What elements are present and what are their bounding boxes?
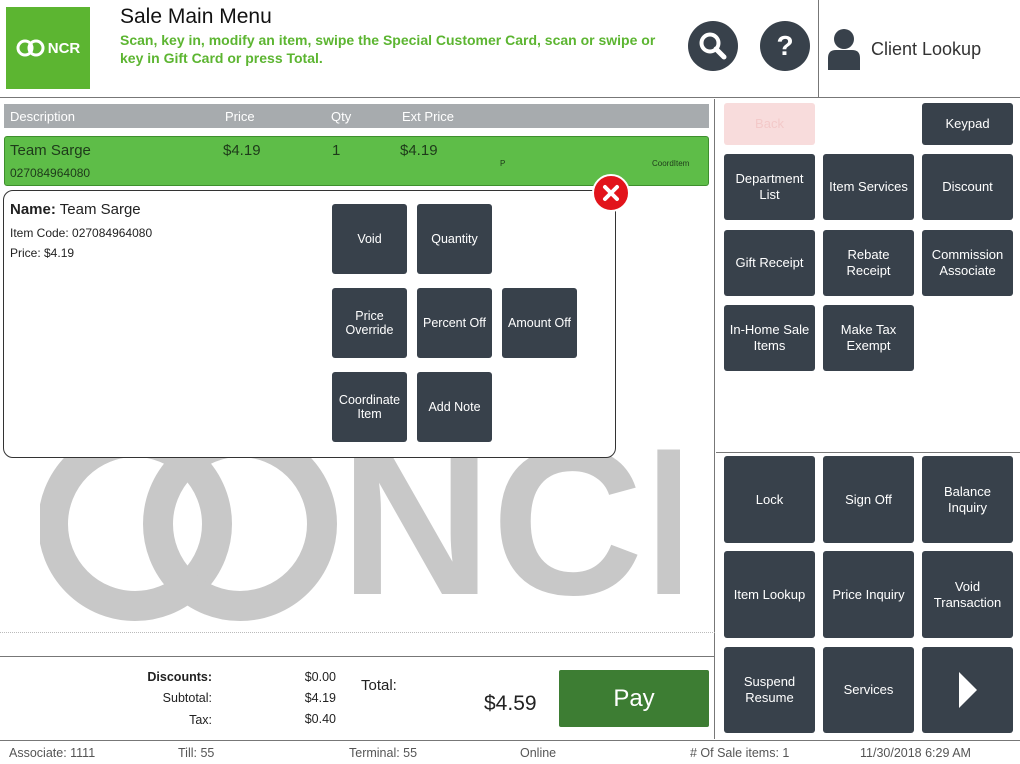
total-value: $4.59 <box>484 692 537 715</box>
services-button[interactable]: Services <box>823 647 914 733</box>
price-override-button[interactable]: Price Override <box>332 288 407 358</box>
page-title: Sale Main Menu <box>120 5 272 28</box>
popup-name-label: Name: <box>10 201 56 218</box>
make-tax-exempt-button[interactable]: Make Tax Exempt <box>823 305 914 371</box>
item-flag: P <box>500 159 506 168</box>
tax-label: Tax: <box>189 713 212 727</box>
item-lookup-button[interactable]: Item Lookup <box>724 551 815 638</box>
void-transaction-button[interactable]: Void Transaction <box>922 551 1013 638</box>
coordinate-item-button[interactable]: Coordinate Item <box>332 372 407 442</box>
help-button[interactable]: ? <box>760 21 810 71</box>
discount-button[interactable]: Discount <box>922 154 1013 220</box>
percent-off-button[interactable]: Percent Off <box>417 288 492 358</box>
popup-item-price: Price: $4.19 <box>10 246 75 260</box>
item-detail-popup: Name: Team Sarge Item Code: 027084964080… <box>3 190 616 458</box>
column-price: Price <box>225 109 255 124</box>
keypad-button[interactable]: Keypad <box>922 103 1013 145</box>
close-icon <box>603 185 619 201</box>
lock-button[interactable]: Lock <box>724 456 815 543</box>
column-ext-price: Ext Price <box>402 109 455 124</box>
amount-off-button[interactable]: Amount Off <box>502 288 577 358</box>
close-popup-button[interactable] <box>592 174 630 212</box>
price-inquiry-button[interactable]: Price Inquiry <box>823 551 914 638</box>
sign-off-button[interactable]: Sign Off <box>823 456 914 543</box>
items-table-header: Description Price Qty Ext Price <box>4 104 709 128</box>
void-item-button[interactable]: Void <box>332 204 407 274</box>
status-bar: Associate: 1111 Till: 55 Terminal: 55 On… <box>0 740 1020 764</box>
ncr-logo: NCR <box>6 7 90 89</box>
instruction-text: Scan, key in, modify an item, swipe the … <box>120 32 656 66</box>
status-till: Till: 55 <box>178 746 215 760</box>
function-pane: Back Keypad Department List Item Service… <box>716 99 1020 739</box>
add-note-button[interactable]: Add Note <box>417 372 492 442</box>
client-lookup-label: Client Lookup <box>871 38 982 59</box>
item-tag: CoordItem <box>652 159 690 168</box>
quantity-button[interactable]: Quantity <box>417 204 492 274</box>
discounts-value: $0.00 <box>304 670 336 684</box>
subtotal-value: $4.19 <box>304 691 336 705</box>
suspend-resume-button[interactable]: Suspend Resume <box>724 647 815 733</box>
person-icon <box>828 29 860 70</box>
rebate-receipt-button[interactable]: Rebate Receipt <box>823 230 914 296</box>
in-home-sale-items-button[interactable]: In-Home Sale Items <box>724 305 815 371</box>
gift-receipt-button[interactable]: Gift Receipt <box>724 230 815 296</box>
popup-item-name: Team Sarge <box>59 201 141 218</box>
next-page-button[interactable] <box>922 647 1013 733</box>
balance-inquiry-button[interactable]: Balance Inquiry <box>922 456 1013 543</box>
total-label: Total: <box>361 677 397 694</box>
status-online: Online <box>520 746 557 760</box>
status-datetime: 11/30/2018 6:29 AM <box>860 746 971 760</box>
chevron-right-icon <box>958 672 977 708</box>
divider <box>716 452 1020 453</box>
status-associate: Associate: 1111 <box>9 746 96 760</box>
status-terminal: Terminal: 55 <box>349 746 418 760</box>
commission-associate-button[interactable]: Commission Associate <box>922 230 1013 296</box>
item-description: Team Sarge <box>10 142 91 159</box>
popup-item-code: Item Code: 027084964080 <box>10 226 153 240</box>
tax-value: $0.40 <box>304 712 336 726</box>
header: NCR Sale Main Menu Scan, key in, modify … <box>0 0 1020 98</box>
item-price: $4.19 <box>223 142 261 159</box>
divider <box>0 632 715 633</box>
client-lookup-button[interactable]: Client Lookup <box>818 0 1020 98</box>
department-list-button[interactable]: Department List <box>724 154 815 220</box>
item-ext-price: $4.19 <box>400 142 438 159</box>
pay-button[interactable]: Pay <box>559 670 709 727</box>
totals-panel: Discounts: $0.00 Subtotal: $4.19 Tax: $0… <box>0 656 715 739</box>
ncr-logo-icon <box>16 39 45 57</box>
popup-name-line: Name: Team Sarge <box>10 201 141 218</box>
item-services-button[interactable]: Item Services <box>823 154 914 220</box>
column-description: Description <box>10 109 76 124</box>
status-sale-items: # Of Sale items: 1 <box>690 746 790 760</box>
search-icon <box>699 32 727 60</box>
subtotal-label: Subtotal: <box>162 691 212 705</box>
discounts-label: Discounts: <box>147 670 212 684</box>
back-button[interactable]: Back <box>724 103 815 145</box>
search-button[interactable] <box>688 21 738 71</box>
help-icon: ? <box>776 30 794 61</box>
item-qty: 1 <box>332 142 341 159</box>
logo-text: NCR <box>47 39 81 57</box>
column-qty: Qty <box>331 109 352 124</box>
item-code: 027084964080 <box>10 166 91 180</box>
